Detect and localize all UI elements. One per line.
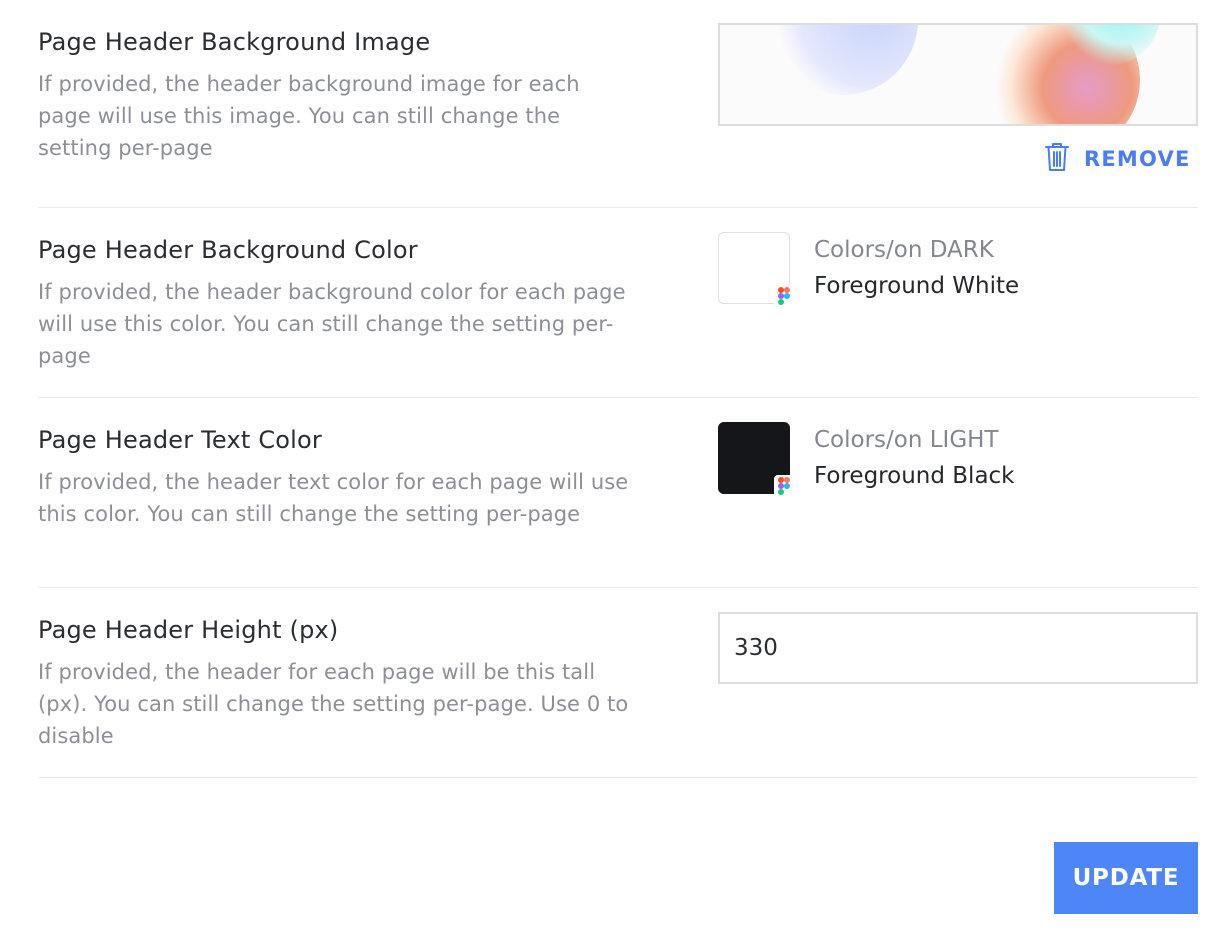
remove-label: REMOVE (1084, 147, 1191, 171)
update-button[interactable]: UPDATE (1054, 842, 1198, 914)
text-color-swatch[interactable] (718, 422, 794, 497)
setting-title: Page Header Height (px) (38, 616, 339, 644)
setting-header-height: Page Header Height (px) If provided, the… (38, 588, 1198, 778)
color-name-label: Foreground White (814, 273, 1020, 299)
setting-description: If provided, the header text color for e… (38, 470, 629, 526)
color-name-label: Foreground Black (814, 463, 1015, 489)
header-settings-page: Page Header Background Image If provided… (0, 0, 1232, 948)
color-group-label: Colors/on DARK (814, 237, 994, 263)
background-color-swatch[interactable] (718, 232, 794, 307)
background-image-preview[interactable] (718, 23, 1198, 126)
header-height-input[interactable] (718, 612, 1198, 684)
setting-description: If provided, the header for each page wi… (38, 660, 629, 748)
trash-icon (1044, 141, 1070, 177)
remove-image-button[interactable]: REMOVE (1044, 141, 1191, 177)
setting-description: If provided, the header background color… (38, 280, 626, 368)
figma-icon (774, 475, 794, 497)
setting-background-color: Page Header Background Color If provided… (38, 208, 1198, 398)
setting-title: Page Header Text Color (38, 426, 322, 454)
setting-background-image: Page Header Background Image If provided… (38, 0, 1198, 208)
setting-title: Page Header Background Color (38, 236, 418, 264)
preview-blob (768, 25, 918, 95)
color-group-label: Colors/on LIGHT (814, 427, 999, 453)
setting-description: If provided, the header background image… (38, 72, 580, 160)
setting-title: Page Header Background Image (38, 28, 431, 56)
setting-text-color: Page Header Text Color If provided, the … (38, 398, 1198, 588)
figma-icon (774, 285, 794, 307)
